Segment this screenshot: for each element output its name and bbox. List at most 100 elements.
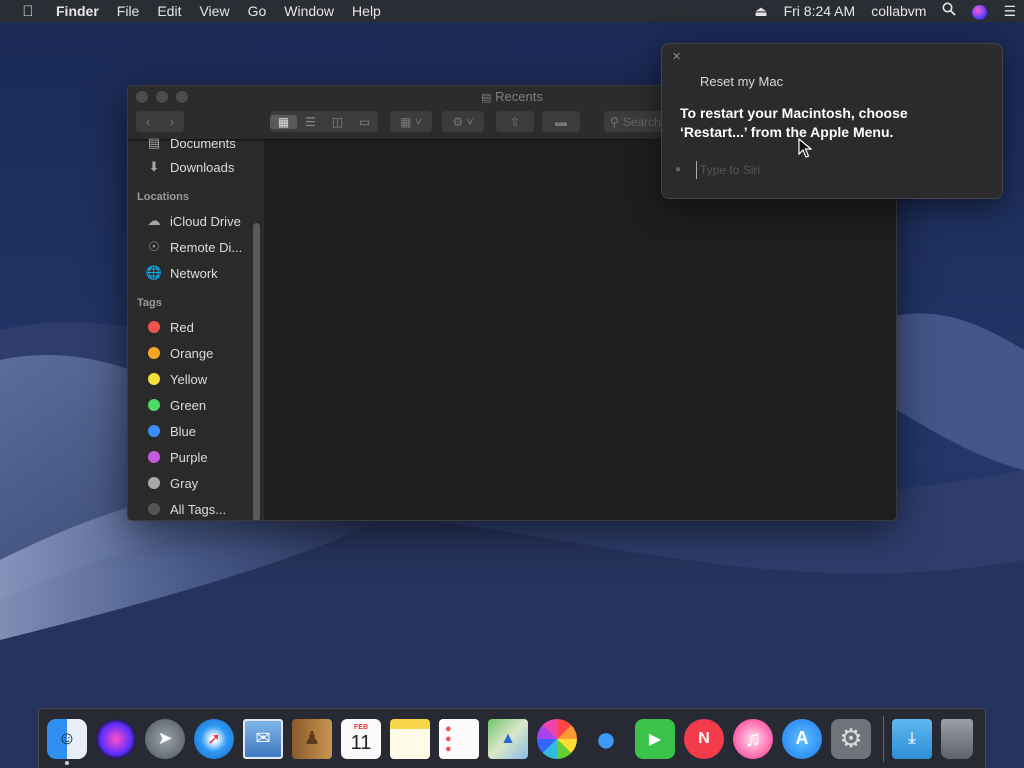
tag-dot-yellow — [148, 373, 160, 385]
menu-help[interactable]: Help — [343, 0, 390, 22]
menu-user[interactable]: collabvm — [863, 0, 934, 22]
menu-bar:  Finder File Edit View Go Window Help ⏏… — [0, 0, 1024, 22]
video-camera-icon: ▶ — [648, 730, 662, 748]
sidebar-item-label: Documents — [170, 135, 236, 151]
reminders-list-icon: ● ● ● — [445, 722, 452, 755]
dock-news[interactable]: N — [684, 718, 724, 759]
sidebar-item-label: Network — [170, 265, 218, 281]
sidebar-item-network[interactable]: 🌐 Network — [146, 263, 218, 283]
spotlight-icon[interactable] — [934, 0, 964, 22]
dock-system-preferences[interactable]: ⚙ — [831, 718, 871, 759]
tags-button[interactable]: ▬ — [542, 111, 580, 132]
dock-app-store[interactable]: A — [782, 718, 822, 759]
share-button[interactable]: ⇧ — [496, 111, 534, 132]
tag-dot-gray — [148, 477, 160, 489]
dock-siri[interactable] — [96, 718, 136, 759]
sidebar-item-downloads[interactable]: ⬇ Downloads — [146, 157, 235, 177]
siri-type-input[interactable]: Type to Siri — [696, 161, 976, 179]
menu-view[interactable]: View — [190, 0, 238, 22]
dock-mail[interactable]: ✉ — [243, 718, 283, 759]
sidebar-item-label: Red — [170, 319, 194, 335]
eject-icon[interactable]: ⏏ — [746, 0, 775, 22]
sidebar-tag-blue[interactable]: Blue — [146, 421, 196, 441]
sidebar-scrollbar[interactable] — [253, 223, 260, 520]
gear-icon: ⚙ ˅ — [452, 114, 474, 129]
search-placeholder: Search — [622, 114, 661, 129]
sidebar-item-label: Remote Di... — [170, 239, 243, 255]
sidebar-tag-purple[interactable]: Purple — [146, 447, 208, 467]
menu-window[interactable]: Window — [275, 0, 343, 22]
dock-maps[interactable]: ▲ — [488, 718, 528, 759]
dock-downloads-folder[interactable]: ⤓ — [892, 718, 932, 759]
action-button[interactable]: ⚙ ˅ — [442, 111, 484, 132]
group-icon: ▦ ˅ — [400, 114, 422, 129]
gallery-view-icon[interactable]: ▭ — [351, 115, 378, 129]
sidebar-tag-green[interactable]: Green — [146, 395, 206, 415]
sidebar-item-icloud-drive[interactable]: ☁ iCloud Drive — [146, 211, 241, 231]
dock-finder[interactable]: ☺ — [47, 718, 87, 765]
sidebar-item-label: Orange — [170, 345, 214, 361]
sidebar-tag-red[interactable]: Red — [146, 317, 194, 337]
dock-notes[interactable] — [390, 718, 430, 759]
sidebar-item-remote-disc[interactable]: ☉ Remote Di... — [146, 237, 242, 257]
dock-launchpad[interactable]: ➤ — [145, 718, 185, 759]
back-icon[interactable]: ‹ — [136, 115, 160, 129]
icon-view-icon[interactable]: ▦ — [270, 114, 297, 129]
running-indicator — [65, 760, 69, 765]
dock-calendar[interactable]: FEB 11 — [341, 718, 381, 759]
group-by-button[interactable]: ▦ ˅ — [390, 111, 432, 132]
menu-app-name[interactable]: Finder — [56, 0, 108, 22]
close-icon[interactable]: ✕ — [672, 50, 681, 63]
dock-safari[interactable]: ➚ — [194, 718, 234, 759]
sidebar-item-label: All Tags... — [170, 501, 227, 517]
column-view-icon[interactable]: ◫ — [324, 115, 351, 129]
sidebar-tag-gray[interactable]: Gray — [146, 473, 198, 493]
tag-dot-red — [148, 321, 160, 333]
siri-answer-line-1: To restart your Macintosh, choose — [680, 105, 908, 121]
forward-icon[interactable]: › — [160, 115, 184, 129]
sidebar-all-tags[interactable]: All Tags... — [146, 499, 226, 519]
gear-icon: ⚙ — [839, 723, 863, 753]
dock-facetime[interactable]: ▶ — [635, 718, 675, 759]
menu-file[interactable]: File — [108, 0, 149, 22]
dock-itunes[interactable]: ♫ — [733, 718, 773, 759]
dock-contacts[interactable]: ♟ — [292, 718, 332, 759]
menu-clock[interactable]: Fri 8:24 AM — [776, 0, 864, 22]
sidebar-section-locations: Locations — [137, 191, 189, 203]
sidebar-item-label: Purple — [170, 449, 208, 465]
cloud-icon: ☁ — [147, 213, 161, 228]
sidebar-item-label: Downloads — [170, 159, 235, 175]
apple-menu-icon[interactable]:  — [0, 3, 56, 20]
sidebar-tag-yellow[interactable]: Yellow — [146, 369, 207, 389]
siri-query-heading: Reset my Mac — [700, 74, 784, 89]
menu-go[interactable]: Go — [239, 0, 276, 22]
notification-center-icon[interactable]: ☰ — [995, 0, 1024, 22]
dock-photos[interactable] — [537, 718, 577, 759]
mail-stamp-icon: ✉ — [255, 728, 271, 748]
microphone-icon[interactable]: ● — [675, 164, 681, 175]
dock-trash[interactable] — [941, 718, 973, 759]
messages-bubble-icon: ● — [595, 717, 617, 759]
dock-messages[interactable]: ● — [586, 717, 626, 759]
list-view-icon[interactable]: ☰ — [297, 115, 324, 129]
music-note-icon: ♫ — [744, 725, 762, 751]
tag-dot-green — [148, 399, 160, 411]
search-field[interactable]: ⚲ Search — [604, 111, 664, 132]
disc-icon: ☉ — [148, 239, 160, 254]
siri-panel: ✕ Reset my Mac To restart your Macintosh… — [661, 43, 1003, 199]
tag-icon: ▬ — [555, 114, 567, 129]
menu-edit[interactable]: Edit — [148, 0, 190, 22]
rocket-icon: ➤ — [157, 728, 173, 748]
download-arrow-icon: ⤓ — [908, 729, 916, 747]
sidebar-tag-orange[interactable]: Orange — [146, 343, 213, 363]
dock-reminders[interactable]: ● ● ● — [439, 718, 479, 759]
window-title-text: Recents — [495, 89, 543, 104]
sidebar-item-documents[interactable]: ▤ Documents — [146, 133, 236, 153]
siri-menu-icon[interactable] — [964, 0, 995, 22]
globe-icon: 🌐 — [145, 265, 163, 280]
back-forward-buttons[interactable]: ‹ › — [136, 111, 184, 132]
tag-dot-blue — [148, 425, 160, 437]
calendar-month: FEB — [354, 724, 368, 731]
view-mode-segmented[interactable]: ▦ ☰ ◫ ▭ — [270, 111, 378, 132]
map-pin-icon: ▲ — [500, 729, 516, 747]
